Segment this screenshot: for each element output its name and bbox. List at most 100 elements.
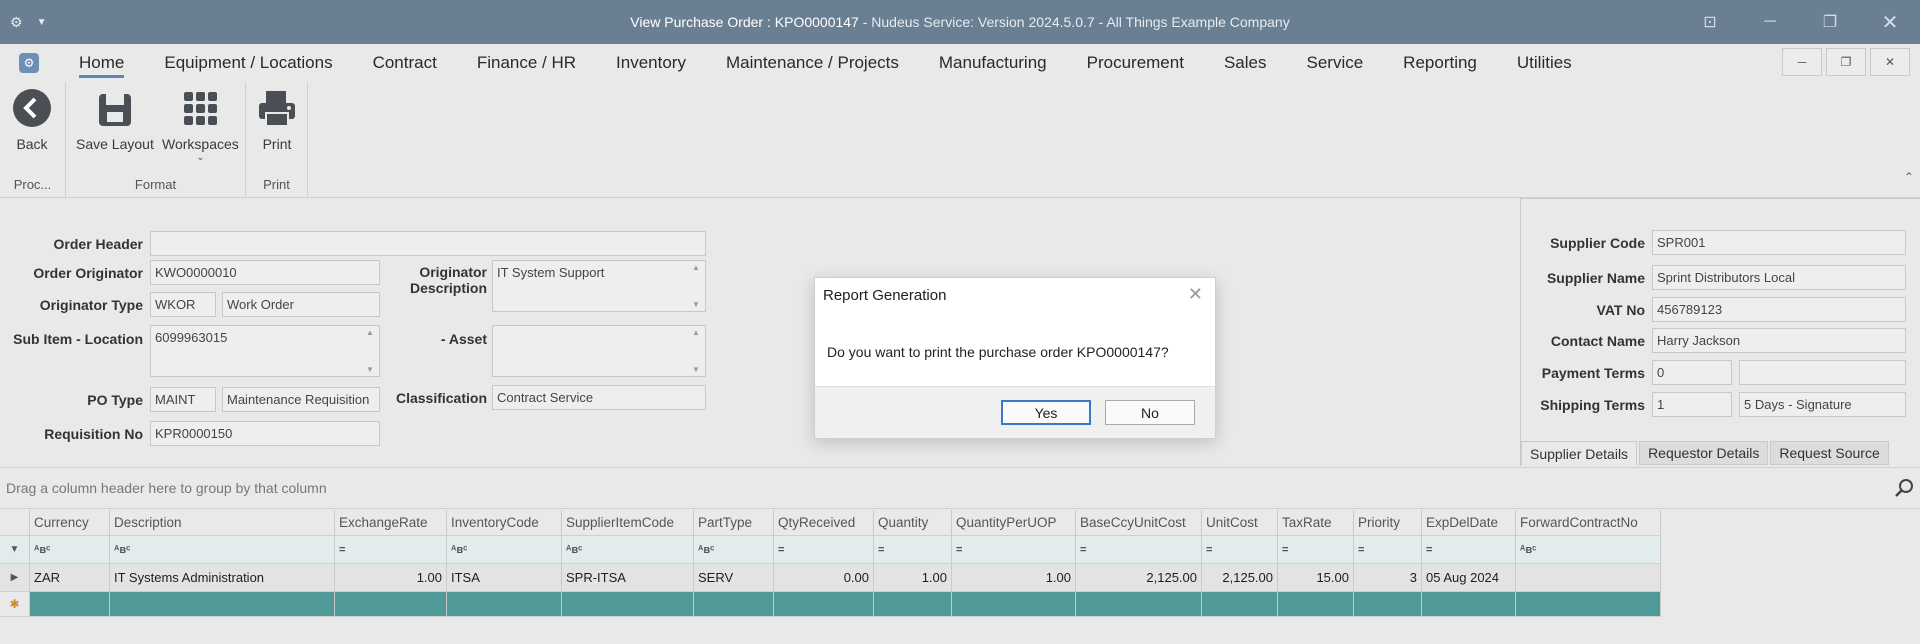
vat-no-field[interactable]: 456789123 bbox=[1652, 297, 1906, 322]
filter-cell[interactable]: = bbox=[1354, 536, 1422, 564]
filter-cell[interactable]: ᴬʙᶜ bbox=[694, 536, 774, 564]
filter-cell[interactable]: = bbox=[1202, 536, 1278, 564]
cell-description[interactable]: IT Systems Administration bbox=[110, 564, 335, 592]
menu-sales[interactable]: Sales bbox=[1204, 44, 1287, 82]
maximize-window-button[interactable]: ❐ bbox=[1800, 0, 1860, 44]
column-header-supplier-item-code[interactable]: SupplierItemCode bbox=[562, 510, 694, 536]
menu-service[interactable]: Service bbox=[1286, 44, 1383, 82]
back-button[interactable]: Back bbox=[12, 86, 52, 152]
mdi-restore-button[interactable]: ❐ bbox=[1826, 48, 1866, 76]
column-header-forward-contract-no[interactable]: ForwardContractNo bbox=[1516, 510, 1661, 536]
cell-exp-del-date[interactable]: 05 Aug 2024 bbox=[1422, 564, 1516, 592]
menu-manufacturing[interactable]: Manufacturing bbox=[919, 44, 1067, 82]
cell-priority[interactable]: 3 bbox=[1354, 564, 1422, 592]
tab-requestor-details[interactable]: Requestor Details bbox=[1639, 441, 1769, 465]
row-expand-icon[interactable]: ▶ bbox=[0, 564, 30, 592]
column-header-priority[interactable]: Priority bbox=[1354, 510, 1422, 536]
originator-description-field[interactable]: IT System Support ▲ ▼ bbox=[492, 260, 706, 312]
originator-type-desc-field[interactable]: Work Order bbox=[222, 292, 380, 317]
menu-maintenance-projects[interactable]: Maintenance / Projects bbox=[706, 44, 919, 82]
cell-quantity-per-uop[interactable]: 1.00 bbox=[952, 564, 1076, 592]
order-header-field[interactable] bbox=[150, 231, 706, 256]
mdi-minimize-button[interactable]: ─ bbox=[1782, 48, 1822, 76]
workspaces-button[interactable]: Workspaces ⌄ bbox=[162, 86, 239, 163]
menu-utilities[interactable]: Utilities bbox=[1497, 44, 1592, 82]
cell-supplier-item-code[interactable]: SPR-ITSA bbox=[562, 564, 694, 592]
group-by-bar[interactable]: Drag a column header here to group by th… bbox=[0, 467, 1920, 509]
save-layout-button[interactable]: Save Layout bbox=[76, 86, 154, 152]
filter-cell[interactable]: ᴬʙᶜ bbox=[110, 536, 335, 564]
menu-equipment-locations[interactable]: Equipment / Locations bbox=[144, 44, 352, 82]
supplier-code-field[interactable]: SPR001 bbox=[1652, 230, 1906, 255]
menu-procurement[interactable]: Procurement bbox=[1067, 44, 1204, 82]
scrollbar[interactable]: ▲ ▼ bbox=[363, 328, 377, 374]
cell-base-ccy-unit-cost[interactable]: 2,125.00 bbox=[1076, 564, 1202, 592]
supplier-name-field[interactable]: Sprint Distributors Local bbox=[1652, 265, 1906, 290]
minimize-window-button[interactable]: ─ bbox=[1740, 0, 1800, 44]
search-icon[interactable] bbox=[1894, 478, 1914, 498]
cell-tax-rate[interactable]: 15.00 bbox=[1278, 564, 1354, 592]
menu-finance-hr[interactable]: Finance / HR bbox=[457, 44, 596, 82]
filter-cell[interactable]: ᴬʙᶜ bbox=[562, 536, 694, 564]
payment-terms-code-field[interactable]: 0 bbox=[1652, 360, 1732, 385]
po-type-code-field[interactable]: MAINT bbox=[150, 387, 216, 412]
app-menu-icon[interactable]: ⚙ bbox=[19, 53, 39, 73]
column-header-quantity-per-uop[interactable]: QuantityPerUOP bbox=[952, 510, 1076, 536]
requisition-no-field[interactable]: KPR0000150 bbox=[150, 421, 380, 446]
column-header-part-type[interactable]: PartType bbox=[694, 510, 774, 536]
asset-field[interactable]: ▲ ▼ bbox=[492, 325, 706, 377]
print-button[interactable]: Print bbox=[257, 86, 297, 152]
quick-access-dropdown-icon[interactable]: ▼ bbox=[37, 17, 47, 28]
filter-cell[interactable]: = bbox=[1076, 536, 1202, 564]
cell-quantity[interactable]: 1.00 bbox=[874, 564, 952, 592]
cell-qty-received[interactable]: 0.00 bbox=[774, 564, 874, 592]
menu-home[interactable]: Home bbox=[59, 44, 144, 82]
scrollbar[interactable]: ▲ ▼ bbox=[689, 328, 703, 374]
column-header-exchange-rate[interactable]: ExchangeRate bbox=[335, 510, 447, 536]
column-header-unit-cost[interactable]: UnitCost bbox=[1202, 510, 1278, 536]
filter-cell[interactable]: ᴬʙᶜ bbox=[1516, 536, 1661, 564]
mdi-close-button[interactable]: ✕ bbox=[1870, 48, 1910, 76]
yes-button[interactable]: Yes bbox=[1001, 400, 1091, 425]
po-type-desc-field[interactable]: Maintenance Requisition bbox=[222, 387, 380, 412]
column-header-currency[interactable]: Currency bbox=[30, 510, 110, 536]
no-button[interactable]: No bbox=[1105, 400, 1195, 425]
shipping-terms-desc-field[interactable]: 5 Days - Signature bbox=[1739, 392, 1906, 417]
shipping-terms-code-field[interactable]: 1 bbox=[1652, 392, 1732, 417]
menu-reporting[interactable]: Reporting bbox=[1383, 44, 1497, 82]
filter-cell[interactable]: = bbox=[774, 536, 874, 564]
column-header-inventory-code[interactable]: InventoryCode bbox=[447, 510, 562, 536]
filter-cell[interactable]: = bbox=[335, 536, 447, 564]
contact-name-field[interactable]: Harry Jackson bbox=[1652, 328, 1906, 353]
column-header-base-ccy-unit-cost[interactable]: BaseCcyUnitCost bbox=[1076, 510, 1202, 536]
tab-supplier-details[interactable]: Supplier Details bbox=[1521, 441, 1638, 465]
cell-unit-cost[interactable]: 2,125.00 bbox=[1202, 564, 1278, 592]
cell-exchange-rate[interactable]: 1.00 bbox=[335, 564, 447, 592]
table-row[interactable]: ▶ ZAR IT Systems Administration 1.00 ITS… bbox=[0, 564, 1661, 592]
filter-cell[interactable]: = bbox=[874, 536, 952, 564]
cell-inventory-code[interactable]: ITSA bbox=[447, 564, 562, 592]
tab-request-source[interactable]: Request Source bbox=[1770, 441, 1889, 465]
filter-icon[interactable]: ▼ bbox=[0, 536, 30, 564]
filter-cell[interactable]: ᴬʙᶜ bbox=[447, 536, 562, 564]
classification-field[interactable]: Contract Service bbox=[492, 385, 706, 410]
column-header-qty-received[interactable]: QtyReceived bbox=[774, 510, 874, 536]
column-header-tax-rate[interactable]: TaxRate bbox=[1278, 510, 1354, 536]
cell-forward-contract-no[interactable] bbox=[1516, 564, 1661, 592]
column-header-quantity[interactable]: Quantity bbox=[874, 510, 952, 536]
filter-cell[interactable]: = bbox=[1278, 536, 1354, 564]
close-icon[interactable]: ✕ bbox=[1188, 284, 1203, 305]
payment-terms-desc-field[interactable] bbox=[1739, 360, 1906, 385]
filter-cell[interactable]: = bbox=[952, 536, 1076, 564]
sub-item-location-field[interactable]: 6099963015 ▲ ▼ bbox=[150, 325, 380, 377]
app-gear-icon[interactable]: ⚙ bbox=[10, 14, 23, 31]
menu-contract[interactable]: Contract bbox=[353, 44, 457, 82]
collapse-ribbon-icon[interactable]: ⌃ bbox=[1904, 170, 1914, 184]
column-header-description[interactable]: Description bbox=[110, 510, 335, 536]
cell-currency[interactable]: ZAR bbox=[30, 564, 110, 592]
originator-type-code-field[interactable]: WKOR bbox=[150, 292, 216, 317]
scrollbar[interactable]: ▲ ▼ bbox=[689, 263, 703, 309]
column-header-exp-del-date[interactable]: ExpDelDate bbox=[1422, 510, 1516, 536]
filter-cell[interactable]: = bbox=[1422, 536, 1516, 564]
order-originator-field[interactable]: KWO0000010 bbox=[150, 260, 380, 285]
